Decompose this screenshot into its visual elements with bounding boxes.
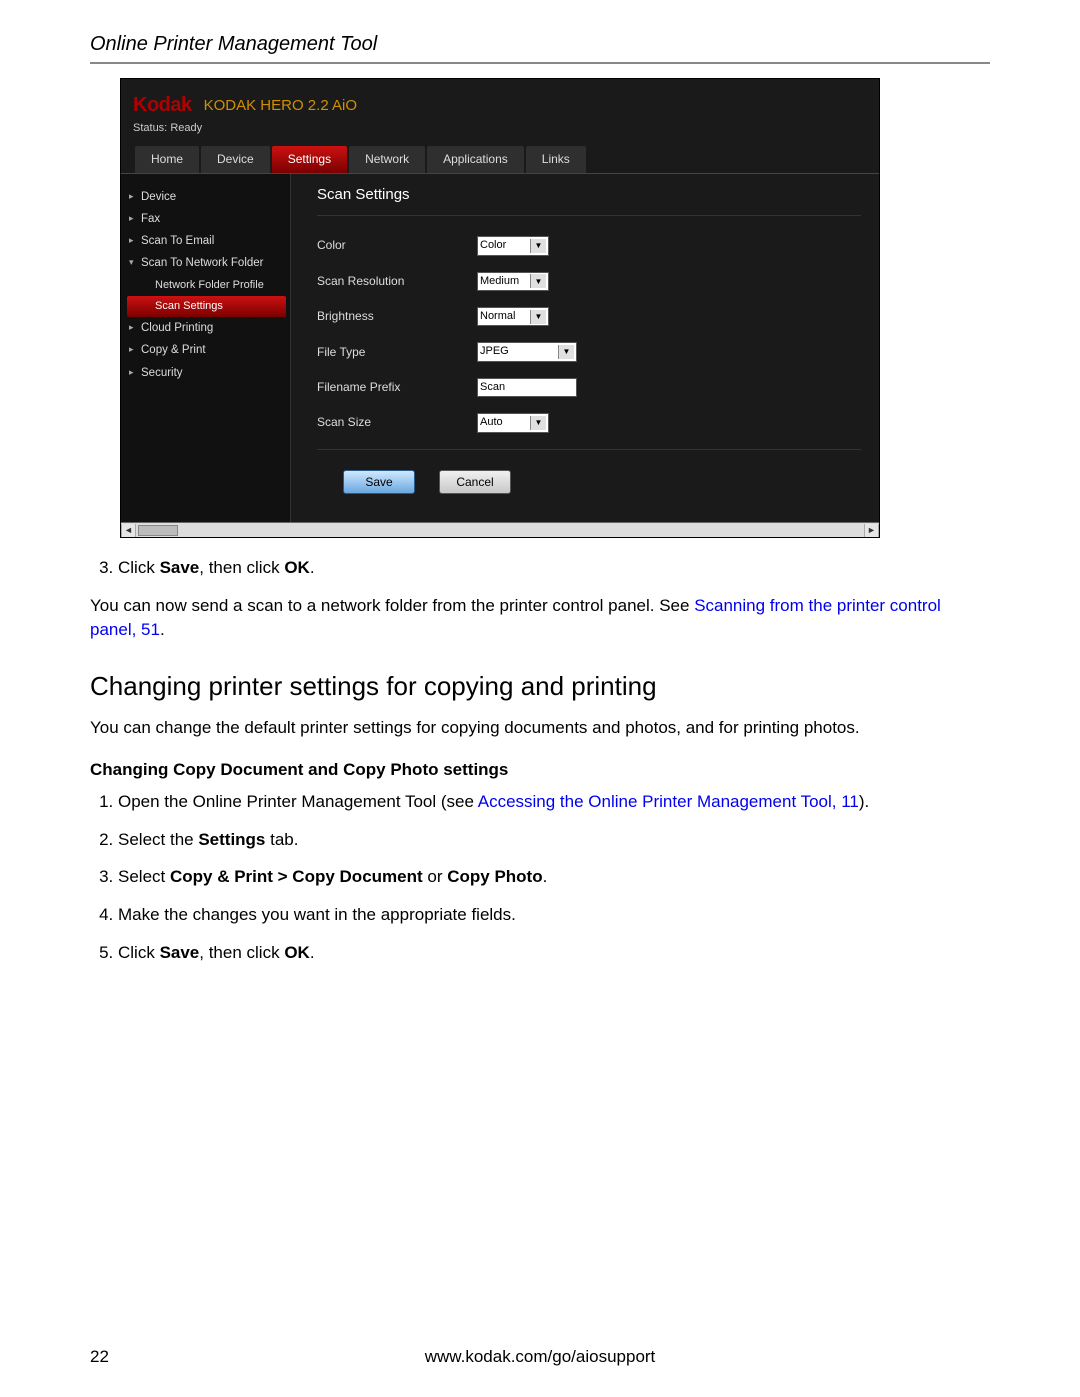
step-2: Select the Settings tab. <box>118 828 990 852</box>
text-bold: Save <box>160 943 200 962</box>
settings-sidebar: Device Fax Scan To Email Scan To Network… <box>121 174 291 522</box>
step-list-continued: Click Save, then click OK. <box>90 556 990 580</box>
cancel-button[interactable]: Cancel <box>439 470 511 495</box>
text: Click <box>118 558 160 577</box>
sidebar-item-scan-to-network[interactable]: Scan To Network Folder <box>127 252 286 274</box>
input-prefix-value: Scan <box>480 380 505 395</box>
sidebar-item-security[interactable]: Security <box>127 362 286 384</box>
status-line: Status: Ready <box>121 119 879 146</box>
text: , then click <box>199 558 284 577</box>
document-header: Online Printer Management Tool <box>90 30 990 64</box>
select-resolution[interactable]: Medium ▼ <box>477 272 549 291</box>
text: Click <box>118 943 160 962</box>
text: . <box>310 558 315 577</box>
paragraph: You can now send a scan to a network fol… <box>90 594 990 642</box>
sidebar-sub-network-folder-profile[interactable]: Network Folder Profile <box>127 275 286 296</box>
sidebar-item-fax[interactable]: Fax <box>127 208 286 230</box>
chevron-down-icon: ▼ <box>530 239 546 253</box>
text: Select <box>118 867 170 886</box>
label-prefix: Filename Prefix <box>317 379 457 396</box>
label-resolution: Scan Resolution <box>317 273 457 290</box>
pane-title: Scan Settings <box>317 184 861 216</box>
text: You can now send a scan to a network fol… <box>90 596 694 615</box>
text: . <box>310 943 315 962</box>
select-filetype[interactable]: JPEG ▼ <box>477 342 577 361</box>
status-label: Status: <box>133 122 167 134</box>
sidebar-item-scan-to-email[interactable]: Scan To Email <box>127 230 286 252</box>
text-bold: Copy & Print > Copy Document <box>170 867 423 886</box>
text: Select the <box>118 830 198 849</box>
text-bold: Settings <box>198 830 265 849</box>
footer-url: www.kodak.com/go/aiosupport <box>90 1345 990 1369</box>
tab-settings[interactable]: Settings <box>272 146 347 173</box>
tab-device[interactable]: Device <box>201 146 270 173</box>
scroll-right-icon[interactable]: ► <box>864 524 879 537</box>
select-brightness[interactable]: Normal ▼ <box>477 307 549 326</box>
chevron-down-icon: ▼ <box>530 274 546 288</box>
text-bold: Save <box>160 558 200 577</box>
brand-logo: Kodak <box>133 91 192 119</box>
tab-network[interactable]: Network <box>349 146 425 173</box>
select-filetype-value: JPEG <box>480 344 509 359</box>
scroll-thumb[interactable] <box>138 525 178 536</box>
text: ). <box>859 792 869 811</box>
text-bold: OK <box>284 943 310 962</box>
sidebar-item-copy-print[interactable]: Copy & Print <box>127 339 286 361</box>
label-scansize: Scan Size <box>317 414 457 431</box>
select-resolution-value: Medium <box>480 274 519 289</box>
tab-home[interactable]: Home <box>135 146 199 173</box>
select-color-value: Color <box>480 238 506 253</box>
step-3: Click Save, then click OK. <box>118 556 990 580</box>
save-button[interactable]: Save <box>343 470 415 495</box>
select-color[interactable]: Color ▼ <box>477 236 549 255</box>
settings-pane: Scan Settings Color Color ▼ Scan Resolut… <box>291 174 879 522</box>
sidebar-sub-scan-settings[interactable]: Scan Settings <box>127 296 286 317</box>
paragraph: You can change the default printer setti… <box>90 716 990 740</box>
chevron-down-icon: ▼ <box>530 416 546 430</box>
status-value: Ready <box>170 122 202 134</box>
text: . <box>160 620 165 639</box>
select-brightness-value: Normal <box>480 309 515 324</box>
text-bold: OK <box>284 558 310 577</box>
step-1: Open the Online Printer Management Tool … <box>118 790 990 814</box>
step-4: Make the changes you want in the appropr… <box>118 903 990 927</box>
text: Open the Online Printer Management Tool … <box>118 792 478 811</box>
chevron-down-icon: ▼ <box>558 345 574 359</box>
select-scansize[interactable]: Auto ▼ <box>477 413 549 432</box>
label-brightness: Brightness <box>317 308 457 325</box>
scroll-left-icon[interactable]: ◄ <box>121 524 136 537</box>
text: . <box>543 867 548 886</box>
step-list: Open the Online Printer Management Tool … <box>90 790 990 965</box>
subsection-heading: Changing Copy Document and Copy Photo se… <box>90 758 990 782</box>
tab-bar: Home Device Settings Network Application… <box>121 146 879 173</box>
input-filename-prefix[interactable]: Scan <box>477 378 577 397</box>
chevron-down-icon: ▼ <box>530 310 546 324</box>
sidebar-item-cloud-printing[interactable]: Cloud Printing <box>127 317 286 339</box>
text: tab. <box>265 830 298 849</box>
step-3b: Select Copy & Print > Copy Document or C… <box>118 865 990 889</box>
text-bold: Copy Photo <box>447 867 542 886</box>
text: , then click <box>199 943 284 962</box>
link-accessing-tool[interactable]: Accessing the Online Printer Management … <box>478 792 859 811</box>
text: or <box>423 867 448 886</box>
page-footer: 22 www.kodak.com/go/aiosupport <box>90 1345 990 1369</box>
label-filetype: File Type <box>317 344 457 361</box>
label-color: Color <box>317 237 457 254</box>
select-scansize-value: Auto <box>480 415 503 430</box>
section-heading: Changing printer settings for copying an… <box>90 668 990 704</box>
screenshot-panel: Kodak KODAK HERO 2.2 AiO Status: Ready H… <box>120 78 880 538</box>
step-5: Click Save, then click OK. <box>118 941 990 965</box>
horizontal-scrollbar[interactable]: ◄ ► <box>121 522 879 537</box>
sidebar-item-device[interactable]: Device <box>127 186 286 208</box>
tab-applications[interactable]: Applications <box>427 146 524 173</box>
tab-links[interactable]: Links <box>526 146 586 173</box>
device-model: KODAK HERO 2.2 AiO <box>204 95 357 116</box>
